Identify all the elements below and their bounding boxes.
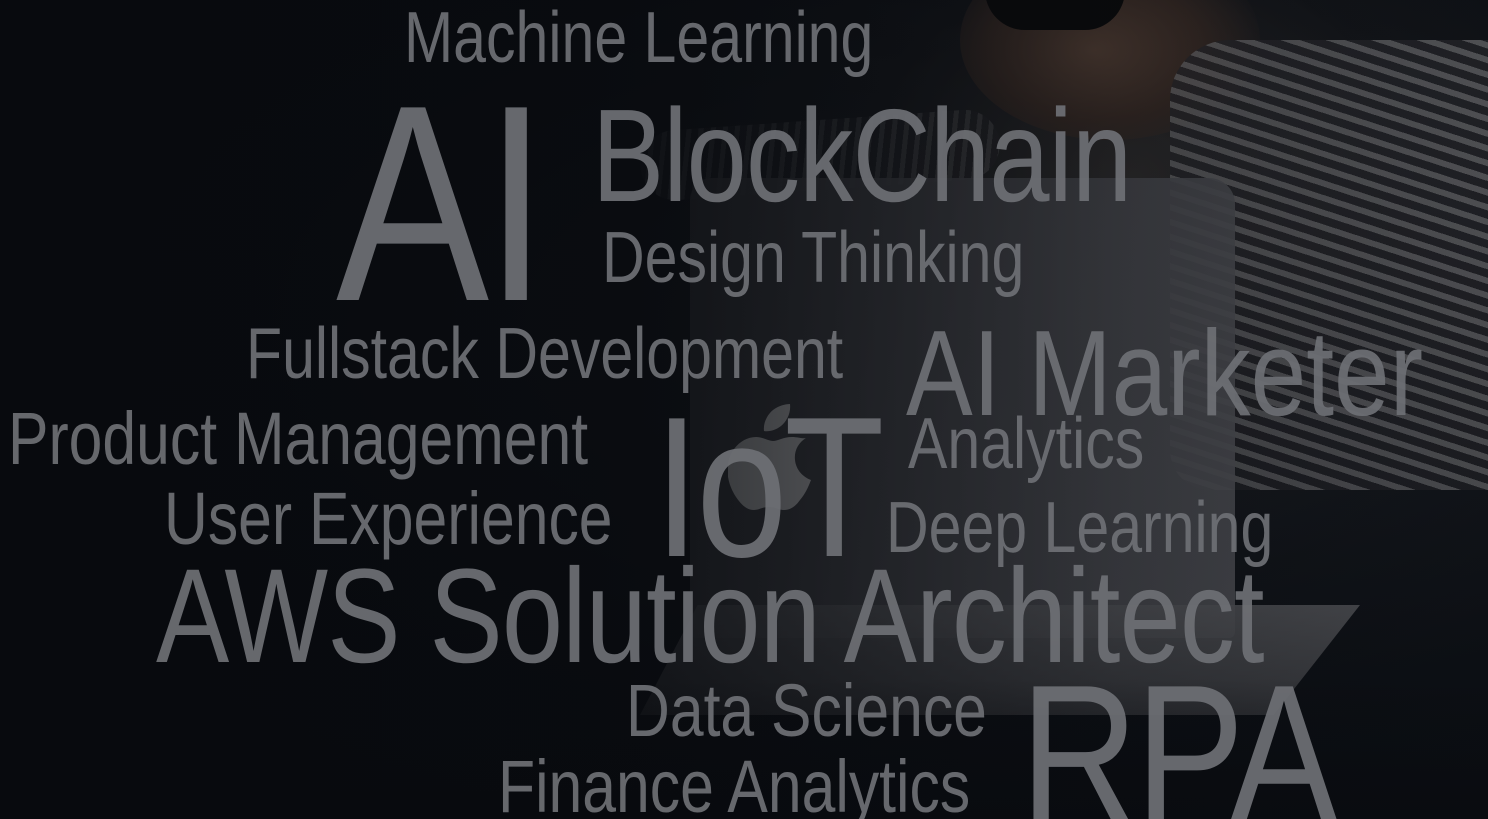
hero-banner: Machine Learning AI BlockChain Design Th… [0, 0, 1488, 819]
word-design-thinking: Design Thinking [602, 218, 1025, 298]
word-ai: AI [336, 48, 548, 360]
word-analytics: Analytics [908, 404, 1145, 484]
word-blockchain: BlockChain [592, 82, 1132, 229]
word-product-management: Product Management [8, 397, 589, 480]
word-finance-analytics: Finance Analytics [498, 745, 971, 819]
word-rpa: RPA [1020, 644, 1338, 819]
word-data-science: Data Science [626, 669, 987, 752]
